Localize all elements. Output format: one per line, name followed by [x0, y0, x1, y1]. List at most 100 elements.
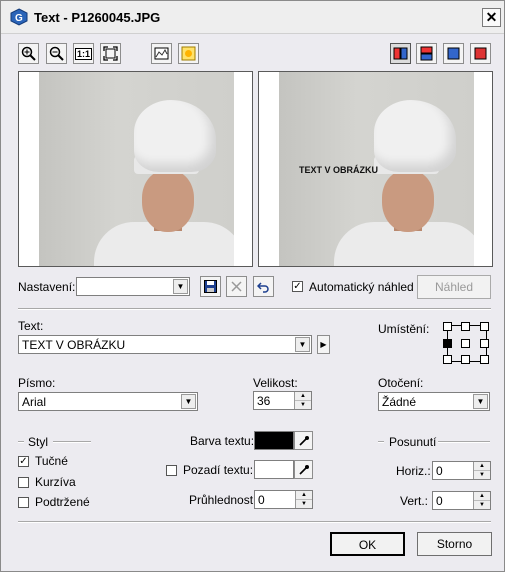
preview-result[interactable]: TEXT V OBRÁZKU: [258, 71, 493, 267]
eyedropper-icon: [298, 464, 309, 475]
chevron-right-icon: ▶: [320, 340, 327, 349]
before-only-icon: [474, 47, 487, 60]
delete-preset-button[interactable]: [226, 276, 247, 297]
horiz-label: Horiz.:: [396, 464, 431, 478]
window-title: Text - P1260045.JPG: [34, 10, 161, 25]
placement-middle-right[interactable]: [480, 339, 489, 348]
preview-button[interactable]: Náhled: [417, 275, 491, 299]
placement-top-center[interactable]: [461, 322, 470, 331]
svg-text:G: G: [15, 13, 23, 24]
placement-top-right[interactable]: [480, 322, 489, 331]
divider: [18, 521, 491, 523]
preview-original[interactable]: [18, 71, 253, 267]
undo-button[interactable]: [253, 276, 274, 297]
auto-preview-checkbox[interactable]: ✓: [292, 281, 303, 292]
background-color-swatch[interactable]: [254, 460, 294, 479]
actual-size-button[interactable]: 1:1: [73, 43, 94, 64]
app-icon: G: [10, 8, 28, 26]
preset-label: Nastavení:: [18, 280, 76, 294]
divider: [18, 308, 491, 310]
text-dialog: G Text - P1260045.JPG ✕ 1:1 TEXT V OBRÁZ…: [0, 0, 505, 572]
group-line: [378, 441, 384, 443]
chevron-down-icon: ▼: [181, 394, 196, 409]
group-line: [53, 441, 91, 443]
eyedropper-icon: [298, 435, 309, 446]
font-value: Arial: [22, 395, 47, 409]
style-group-label: Styl: [28, 435, 49, 449]
vert-label: Vert.:: [400, 494, 429, 508]
text-color-picker-button[interactable]: [294, 431, 313, 450]
split-horizontal-icon: [420, 46, 433, 61]
size-value: 36: [257, 394, 271, 408]
split-vertical-icon: [393, 47, 408, 60]
bold-checkbox[interactable]: ✓: [18, 456, 29, 467]
split-vertical-view-button[interactable]: [390, 43, 411, 64]
placement-middle-left[interactable]: [443, 339, 452, 348]
rotation-label: Otočení:: [378, 376, 424, 390]
close-button[interactable]: ✕: [482, 8, 501, 27]
chevron-down-icon: ▼: [295, 337, 310, 352]
placement-bottom-right[interactable]: [480, 355, 489, 364]
background-checkbox[interactable]: [166, 465, 177, 476]
text-value: TEXT V OBRÁZKU: [22, 338, 126, 352]
rotation-dropdown[interactable]: Žádné ▼: [378, 392, 490, 411]
text-input[interactable]: TEXT V OBRÁZKU ▼: [18, 335, 312, 354]
vert-value: 0: [436, 494, 443, 508]
zoom-in-icon: [21, 46, 36, 61]
font-dropdown[interactable]: Arial ▼: [18, 392, 198, 411]
vert-spinner[interactable]: 0 ▲ ▼: [432, 491, 491, 510]
split-horizontal-view-button[interactable]: [416, 43, 437, 64]
cancel-button[interactable]: Storno: [417, 532, 492, 556]
text-color-swatch[interactable]: [254, 431, 294, 450]
offset-group-label: Posunutí: [389, 435, 437, 449]
result-photo: TEXT V OBRÁZKU: [279, 72, 474, 266]
horiz-spinner[interactable]: 0 ▲ ▼: [432, 461, 491, 480]
background-label: Pozadí textu:: [183, 463, 254, 477]
delete-icon: [231, 281, 242, 292]
save-preset-button[interactable]: [200, 276, 221, 297]
placement-bottom-center[interactable]: [461, 355, 470, 364]
save-icon: [204, 280, 217, 293]
before-only-view-button[interactable]: [470, 43, 491, 64]
histogram-icon: [154, 47, 169, 60]
size-spinner[interactable]: 36 ▲ ▼: [253, 391, 312, 410]
text-insert-button[interactable]: ▶: [317, 335, 330, 354]
title-bar[interactable]: G Text - P1260045.JPG ✕: [1, 1, 504, 34]
fit-window-button[interactable]: [100, 43, 121, 64]
placement-top-left[interactable]: [443, 322, 452, 331]
spinner-arrows[interactable]: ▲ ▼: [294, 392, 311, 409]
group-line: [18, 441, 24, 443]
preview-overlay-text: TEXT V OBRÁZKU: [299, 165, 379, 175]
zoom-out-button[interactable]: [46, 43, 67, 64]
fit-window-icon: [103, 46, 118, 61]
after-only-view-button[interactable]: [443, 43, 464, 64]
text-color-label: Barva textu:: [190, 434, 255, 448]
zoom-in-button[interactable]: [18, 43, 39, 64]
ok-button[interactable]: OK: [330, 532, 405, 556]
chevron-down-icon: ▼: [473, 394, 488, 409]
actual-size-icon: 1:1: [74, 47, 92, 60]
background-color-picker-button[interactable]: [294, 460, 313, 479]
rotation-value: Žádné: [382, 395, 417, 409]
brightness-icon: [181, 46, 196, 61]
histogram-button[interactable]: [151, 43, 172, 64]
placement-middle-center[interactable]: [461, 339, 470, 348]
italic-checkbox[interactable]: [18, 477, 29, 488]
preset-dropdown[interactable]: ▼: [76, 277, 190, 296]
after-only-icon: [447, 47, 460, 60]
placement-label: Umístění:: [378, 322, 430, 336]
italic-label: Kurzíva: [35, 475, 76, 489]
spinner-arrows[interactable]: ▲ ▼: [473, 462, 490, 479]
placement-bottom-left[interactable]: [443, 355, 452, 364]
spinner-arrows[interactable]: ▲ ▼: [295, 491, 312, 508]
brightness-button[interactable]: [178, 43, 199, 64]
bold-label: Tučné: [35, 454, 68, 468]
auto-preview-label: Automatický náhled: [309, 280, 414, 294]
horiz-value: 0: [436, 464, 443, 478]
zoom-out-icon: [49, 46, 64, 61]
opacity-value: 0: [258, 493, 265, 507]
underline-checkbox[interactable]: [18, 497, 29, 508]
opacity-spinner[interactable]: 0 ▲ ▼: [254, 490, 313, 509]
size-label: Velikost:: [253, 376, 298, 390]
spinner-arrows[interactable]: ▲ ▼: [473, 492, 490, 509]
